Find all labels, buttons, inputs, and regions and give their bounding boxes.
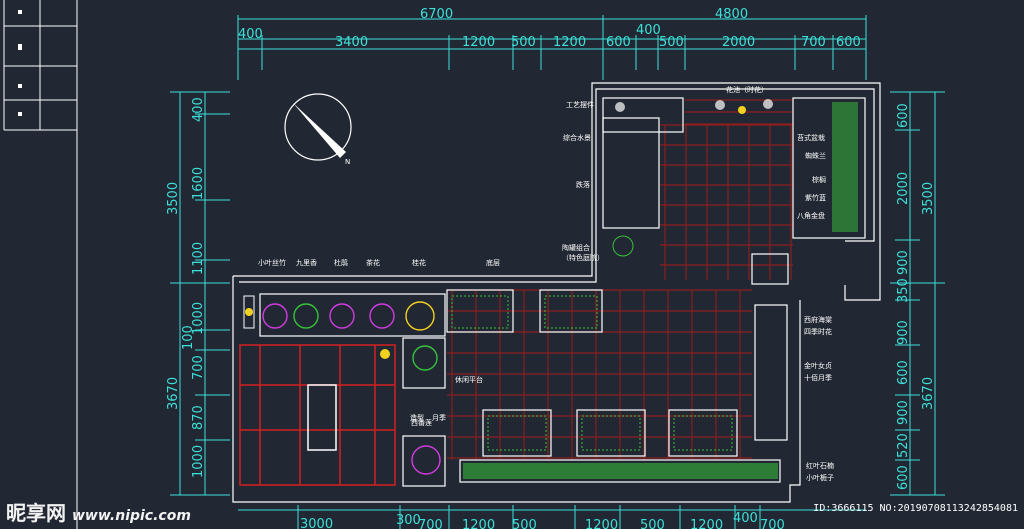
label-octagon-pot: 八角金盘 bbox=[797, 211, 825, 220]
label-pottery-pot-sub: （特色庭院） bbox=[562, 253, 604, 262]
label-hedge-b: 小叶栀子 bbox=[806, 473, 834, 482]
dim-top-seg-8: 2000 bbox=[722, 35, 755, 50]
label-waterfall: 跌落 bbox=[576, 180, 590, 189]
dim-right-inner-3: 900 bbox=[896, 250, 911, 275]
svg-text:N: N bbox=[345, 158, 350, 166]
dim-right-inner-5: 900 bbox=[896, 320, 911, 345]
label-hedge-a: 红叶石楠 bbox=[806, 461, 834, 470]
dim-bottom-6: 1200 bbox=[585, 518, 618, 529]
label-soil-bed: 底层 bbox=[486, 258, 500, 267]
dim-top-total-2: 4800 bbox=[715, 7, 748, 22]
dim-left-inner-5: 100 bbox=[181, 325, 196, 350]
dim-left-inner-1: 400 bbox=[191, 97, 206, 122]
label-rose: 月季 bbox=[432, 413, 446, 422]
watermark: 昵享网 www.nipic.com bbox=[6, 497, 191, 526]
dim-left-outer-2: 3670 bbox=[166, 377, 181, 410]
dim-bottom-1: 3000 bbox=[300, 517, 333, 529]
dim-top-seg-7: 500 bbox=[659, 35, 684, 50]
label-pottery-pot: 陶罐组合 bbox=[562, 243, 590, 252]
red-deck bbox=[239, 344, 396, 486]
garden-beds bbox=[259, 97, 866, 487]
dim-bottom-9: 400 bbox=[733, 511, 758, 526]
label-palm: 棕榈 bbox=[812, 175, 826, 184]
dim-top-mid-1: 400 bbox=[636, 23, 661, 38]
dim-bottom-8: 1200 bbox=[690, 518, 723, 529]
image-meta: ID:3666115 NO:20190708113242854081 bbox=[813, 503, 1018, 514]
label-right-box2: 金叶女贞 bbox=[804, 361, 832, 370]
label-craft-ornament: 工艺摆件 bbox=[566, 100, 594, 109]
dim-right-inner-1: 600 bbox=[896, 103, 911, 128]
dim-right-inner-6: 600 bbox=[896, 360, 911, 385]
dim-right-outer-2: 3670 bbox=[921, 377, 936, 410]
dim-right-inner-2: 2000 bbox=[896, 172, 911, 205]
label-ornament: 造型 bbox=[410, 413, 424, 422]
dim-top-seg-9: 700 bbox=[801, 35, 826, 50]
label-right-box1b: 四季时花 bbox=[804, 327, 832, 336]
dim-bottom-4: 1200 bbox=[462, 518, 495, 529]
dim-bottom-3: 700 bbox=[418, 518, 443, 529]
dim-bottom-5: 500 bbox=[512, 518, 537, 529]
label-iris: 蜘蛛兰 bbox=[805, 151, 826, 160]
dimension-left-labels: 3500 3670 400 1600 1100 1000 100 700 870… bbox=[166, 97, 206, 478]
dim-top-seg-3: 1200 bbox=[462, 35, 495, 50]
label-water-plants: 综合水景 bbox=[563, 133, 591, 142]
dim-left-inner-2: 1600 bbox=[191, 167, 206, 200]
watermark-site: www.nipic.com bbox=[72, 508, 191, 524]
dim-top-seg-4: 500 bbox=[511, 35, 536, 50]
dim-right-inner-9: 600 bbox=[896, 465, 911, 490]
dimension-bottom-labels: 3000 300 700 1200 500 1200 500 1200 400 … bbox=[300, 511, 785, 529]
label-camellia: 茶花 bbox=[366, 258, 380, 267]
label-osmanthus: 桂花 bbox=[412, 258, 426, 267]
dim-left-inner-6: 700 bbox=[191, 355, 206, 380]
label-grass-left: 小叶丝竹 bbox=[258, 258, 286, 267]
title-block bbox=[3, 0, 78, 529]
dimension-lines bbox=[170, 15, 945, 529]
dim-right-inner-7: 900 bbox=[896, 400, 911, 425]
watermark-brand: 昵享网 bbox=[6, 501, 66, 525]
north-arrow-icon: N bbox=[284, 93, 352, 166]
dim-top-seg-6: 600 bbox=[606, 35, 631, 50]
dim-left-outer-1: 3500 bbox=[166, 182, 181, 215]
dim-right-outer-1: 3500 bbox=[921, 182, 936, 215]
dim-left-inner-3: 1100 bbox=[191, 242, 206, 275]
label-succulent: 紫竹蓝 bbox=[805, 193, 826, 202]
label-garden-bed-top: 花池（时花） bbox=[726, 85, 768, 94]
dimension-top-labels: 6700 4800 400 400 3400 1200 500 1200 600… bbox=[238, 7, 861, 50]
dim-top-seg-2: 3400 bbox=[335, 35, 368, 50]
dim-bottom-10: 700 bbox=[760, 518, 785, 529]
dim-left-inner-8: 1000 bbox=[191, 445, 206, 478]
dim-top-seg-5: 1200 bbox=[553, 35, 586, 50]
dimension-right-labels: 3500 3670 600 2000 900 350 900 600 900 5… bbox=[896, 103, 936, 490]
paving-grid bbox=[447, 99, 793, 460]
dim-right-inner-4: 350 bbox=[896, 278, 911, 303]
dim-top-seg-1: 400 bbox=[238, 27, 263, 42]
landscape-plan-canvas: 6700 4800 400 400 3400 1200 500 1200 600… bbox=[3, 0, 945, 529]
dim-bottom-7: 500 bbox=[640, 518, 665, 529]
dim-top-total-1: 6700 bbox=[420, 7, 453, 22]
label-azalea: 杜鹃 bbox=[334, 258, 348, 267]
label-bamboo-planter: 苔式盆栽 bbox=[797, 133, 825, 142]
label-right-box1: 西府海棠 bbox=[804, 315, 832, 324]
dim-right-inner-8: 520 bbox=[896, 433, 911, 458]
dim-left-inner-7: 870 bbox=[191, 405, 206, 430]
label-right-box2b: 十佰月季 bbox=[804, 373, 832, 382]
dim-top-seg-10: 600 bbox=[836, 35, 861, 50]
label-deck: 休闲平台 bbox=[455, 375, 483, 384]
label-nine-mile: 九里香 bbox=[296, 258, 317, 267]
